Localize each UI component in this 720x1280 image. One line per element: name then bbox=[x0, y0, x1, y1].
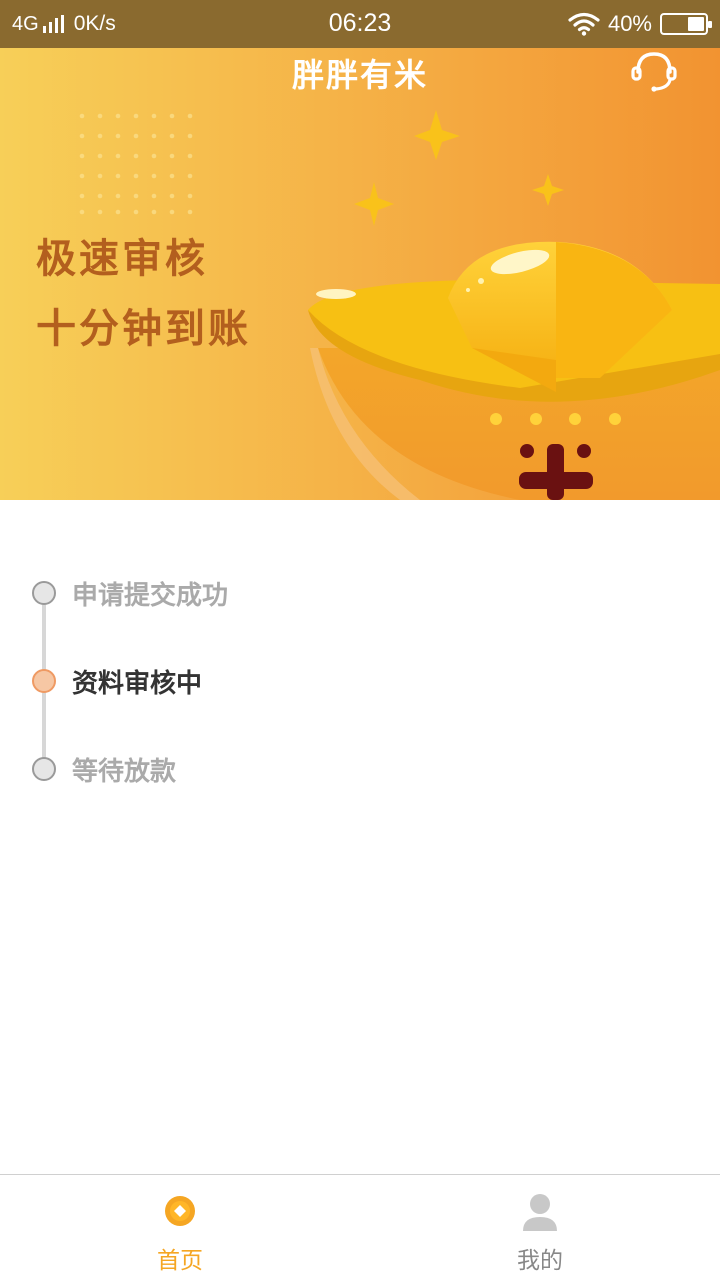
battery-percent: 40% bbox=[607, 11, 652, 36]
slogan-line-2: 十分钟到账 bbox=[36, 306, 251, 352]
step-label: 申请提交成功 bbox=[72, 580, 229, 611]
step-reviewing: 资料审核中 bbox=[32, 661, 202, 701]
tab-home-label: 首页 bbox=[157, 1248, 203, 1274]
step-submitted: 申请提交成功 bbox=[32, 573, 228, 613]
tab-mine-label: 我的 bbox=[517, 1248, 563, 1274]
step-label: 等待放款 bbox=[72, 756, 177, 787]
step-dot-active bbox=[32, 669, 56, 693]
tab-mine[interactable]: 我的 bbox=[360, 1175, 720, 1280]
status-bar: 4G 0K/s 06:23 40% bbox=[0, 0, 720, 48]
wifi-icon bbox=[568, 12, 600, 36]
customer-service-button[interactable] bbox=[626, 48, 682, 96]
bottom-tab-bar: 首页 我的 bbox=[0, 1174, 720, 1280]
page-title: 胖胖有米 bbox=[291, 56, 428, 94]
user-icon bbox=[523, 1194, 557, 1231]
tab-home[interactable]: 首页 bbox=[0, 1175, 360, 1280]
slogan-line-1: 极速审核 bbox=[36, 236, 208, 282]
home-coin-icon bbox=[165, 1196, 195, 1226]
step-label-active: 资料审核中 bbox=[72, 668, 203, 699]
status-right: 40% bbox=[568, 10, 712, 38]
step-dot bbox=[32, 757, 56, 781]
step-dot bbox=[32, 581, 56, 605]
headset-icon bbox=[631, 52, 677, 92]
step-awaiting-disbursement: 等待放款 bbox=[32, 749, 176, 789]
banner: 胖胖有米 极速审核 十分钟到账 bbox=[0, 48, 720, 500]
battery-icon bbox=[660, 13, 712, 35]
